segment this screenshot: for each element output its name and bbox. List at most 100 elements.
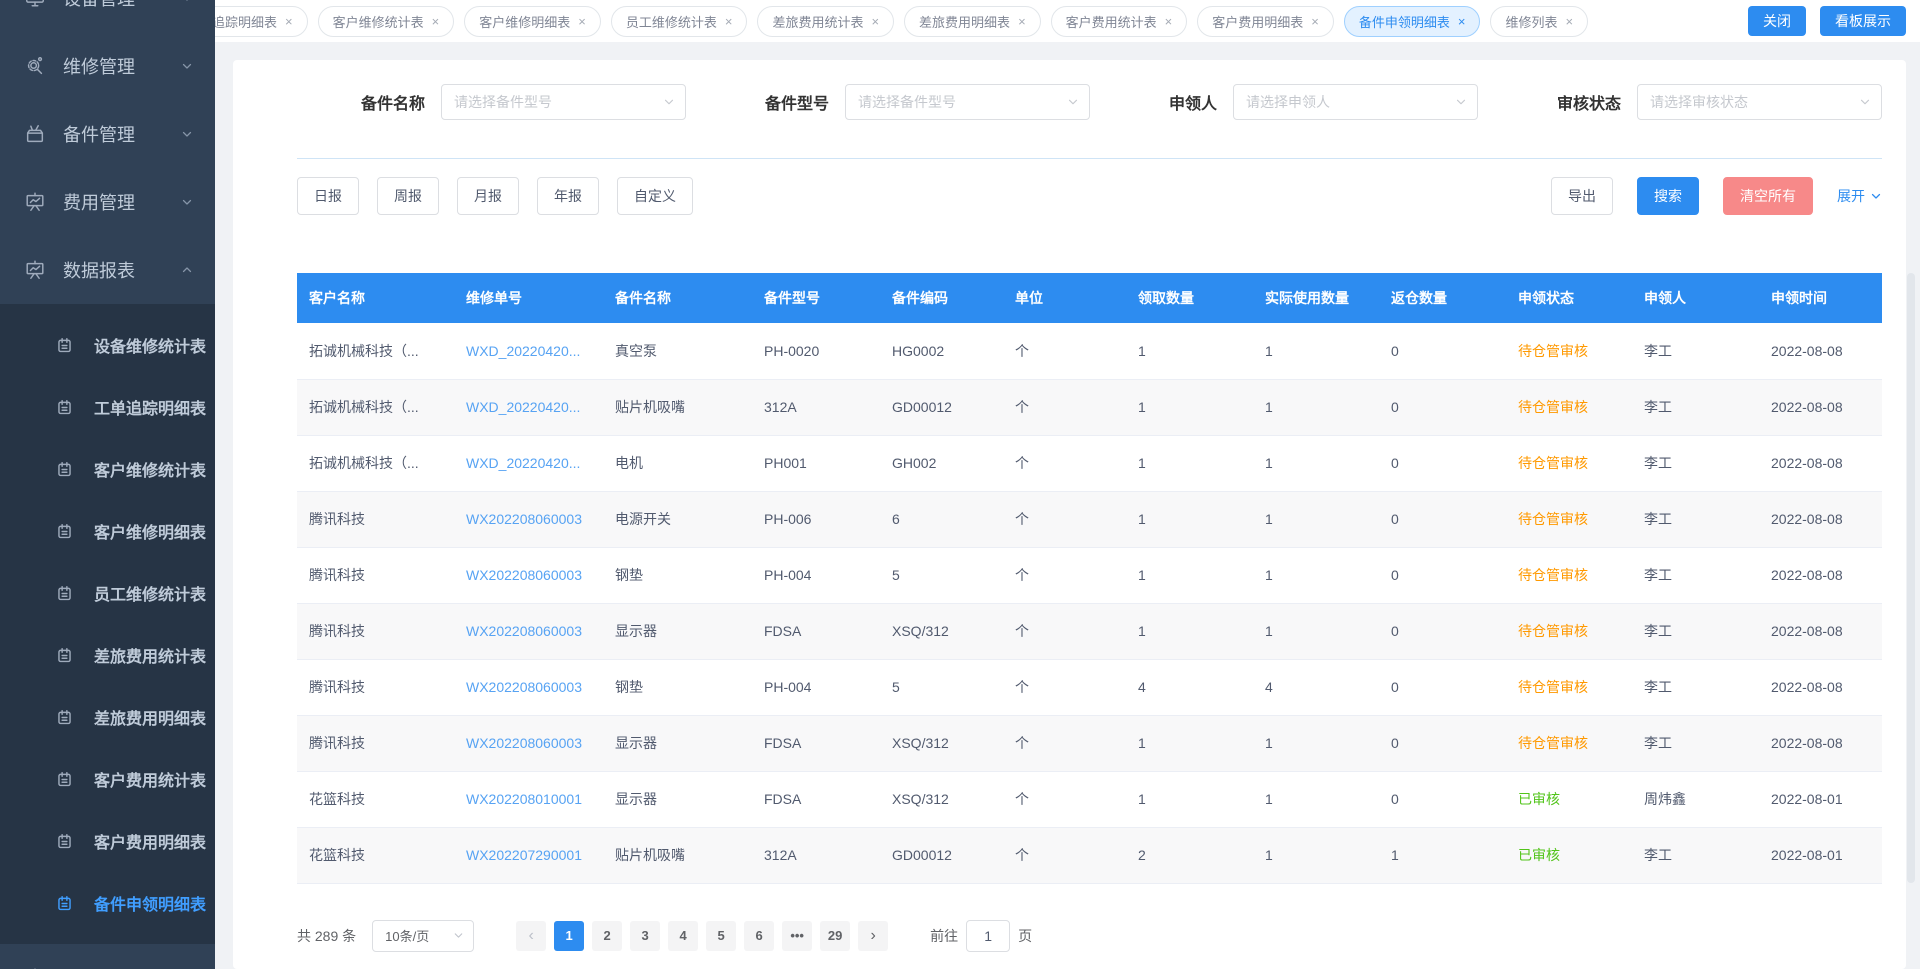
next-page-button[interactable]: › [858,921,888,951]
toolbar-row: 日报 周报 月报 年报 自定义 导出 搜索 清空所有 展开 [297,177,1882,215]
table-scrollbar[interactable] [1907,273,1915,883]
sidebar-item-employee-repair-stats[interactable]: 员工维修统计表 [0,562,215,624]
more-pages-button[interactable]: ••• [782,921,812,951]
tab-customer-repair-detail[interactable]: 客户维修明细表× [464,6,601,37]
filter-row: 备件名称 备件型号 申领人 [297,84,1882,120]
col-status: 申领状态 [1506,273,1632,323]
tab-customer-expense-stats[interactable]: 客户费用统计表× [1051,6,1188,37]
tab-employee-repair-stats[interactable]: 员工维修统计表× [611,6,748,37]
chevron-down-icon [181,128,193,140]
order-link[interactable]: WX202208060003 [454,491,603,547]
parts-request-table: 客户名称 维修单号 备件名称 备件型号 备件编码 单位 领取数量 实际使用数量 … [297,273,1882,884]
search-button[interactable]: 搜索 [1637,177,1699,215]
close-tab-icon[interactable]: × [1458,14,1466,29]
order-link[interactable]: WXD_20220420... [454,435,603,491]
page-jumper: 前往 页 [930,920,1032,952]
sidebar-item-expense-mgmt[interactable]: 费用管理 [0,168,215,236]
applicant-select[interactable] [1233,84,1478,120]
monthly-report-button[interactable]: 月报 [457,177,519,215]
page-button-6[interactable]: 6 [744,921,774,951]
sidebar-item-device-repair-stats[interactable]: 设备维修统计表 [0,314,215,376]
close-tab-icon[interactable]: × [871,14,879,29]
weekly-report-button[interactable]: 周报 [377,177,439,215]
tab-repair-list[interactable]: 维修列表× [1490,6,1588,37]
sidebar-item-customer-expense-stats[interactable]: 客户费用统计表 [0,748,215,810]
applicant-input[interactable] [1233,84,1478,120]
board-display-button[interactable]: 看板展示 [1820,6,1906,36]
tab-travel-expense-stats[interactable]: 差旅费用统计表× [757,6,894,37]
close-tab-icon[interactable]: × [1311,14,1319,29]
sidebar-item-repair-mgmt[interactable]: 维修管理 [0,32,215,100]
sidebar-item-data-reports[interactable]: 数据报表 [0,236,215,304]
col-customer: 客户名称 [297,273,454,323]
sidebar: 设备管理 维修管理 备件管理 [0,0,215,969]
sidebar-menu: 设备管理 维修管理 备件管理 [0,0,215,969]
prev-page-button[interactable]: ‹ [516,921,546,951]
order-link[interactable]: WXD_20220420... [454,379,603,435]
part-model-select[interactable] [845,84,1090,120]
tab-customer-expense-detail[interactable]: 客户费用明细表× [1197,6,1334,37]
page-button-2[interactable]: 2 [592,921,622,951]
sidebar-item-travel-expense-detail[interactable]: 差旅费用明细表 [0,686,215,748]
tab-parts-request-detail[interactable]: 备件申领明细表× [1344,6,1481,37]
part-model-input[interactable] [845,84,1090,120]
notepad-icon [55,460,74,479]
close-tab-icon[interactable]: × [432,14,440,29]
reports-submenu: 设备维修统计表 工单追踪明细表 客户维修统计表 客户维修明细表 员工维修统计表 [0,304,215,944]
order-link[interactable]: WX202208010001 [454,771,603,827]
sidebar-item-equipment-mgmt[interactable]: 设备管理 [0,0,215,32]
table-row: 拓诚机械科技（... WXD_20220420... 贴片机吸嘴 312A GD… [297,379,1882,435]
close-tab-icon[interactable]: × [578,14,586,29]
order-link[interactable]: WX202207290001 [454,827,603,883]
sidebar-item-parts-mgmt[interactable]: 备件管理 [0,100,215,168]
status-badge: 待仓管审核 [1506,491,1632,547]
page-button-4[interactable]: 4 [668,921,698,951]
close-tab-icon[interactable]: × [285,14,293,29]
sidebar-item-parts-request-detail[interactable]: 备件申领明细表 [0,872,215,934]
custom-period-button[interactable]: 自定义 [617,177,693,215]
sidebar-item-travel-expense-stats[interactable]: 差旅费用统计表 [0,624,215,686]
order-link[interactable]: WXD_20220420... [454,323,603,379]
part-model-label: 备件型号 [765,90,829,114]
expand-toggle[interactable]: 展开 [1837,186,1882,206]
jump-page-input[interactable] [966,920,1010,952]
page-button-5[interactable]: 5 [706,921,736,951]
sidebar-item-system-settings[interactable]: 系统设置 [0,944,215,969]
audit-status-select[interactable] [1637,84,1882,120]
export-button[interactable]: 导出 [1551,177,1613,215]
order-link[interactable]: WX202208060003 [454,603,603,659]
close-button[interactable]: 关闭 [1748,6,1806,36]
applicant-label: 申领人 [1169,90,1217,114]
page-button-29[interactable]: 29 [820,921,850,951]
tab-customer-repair-stats[interactable]: 客户维修统计表× [318,6,455,37]
sidebar-item-workorder-tracking-detail[interactable]: 工单追踪明细表 [0,376,215,438]
audit-status-input[interactable] [1637,84,1882,120]
close-tab-icon[interactable]: × [725,14,733,29]
order-link[interactable]: WX202208060003 [454,547,603,603]
sidebar-item-customer-repair-stats[interactable]: 客户维修统计表 [0,438,215,500]
table-row: 花篮科技 WX202208010001 显示器 FDSA XSQ/312 个 1… [297,771,1882,827]
yearly-report-button[interactable]: 年报 [537,177,599,215]
tab-workorder-tracking-detail[interactable]: 工单追踪明细表× [215,6,308,37]
page-button-1[interactable]: 1 [554,921,584,951]
sidebar-item-customer-repair-detail[interactable]: 客户维修明细表 [0,500,215,562]
app-root: 设备管理 维修管理 备件管理 [0,0,1920,969]
col-returned-qty: 返仓数量 [1379,273,1506,323]
tab-travel-expense-detail[interactable]: 差旅费用明细表× [904,6,1041,37]
table-header: 客户名称 维修单号 备件名称 备件型号 备件编码 单位 领取数量 实际使用数量 … [297,273,1882,323]
table-row: 花篮科技 WX202207290001 贴片机吸嘴 312A GD00012 个… [297,827,1882,883]
page-button-3[interactable]: 3 [630,921,660,951]
close-tab-icon[interactable]: × [1165,14,1173,29]
sidebar-item-customer-expense-detail[interactable]: 客户费用明细表 [0,810,215,872]
close-tab-icon[interactable]: × [1018,14,1026,29]
open-tabs: 工单追踪明细表× 客户维修统计表× 客户维修明细表× 员工维修统计表× 差旅费用… [215,6,1730,37]
clear-all-button[interactable]: 清空所有 [1723,177,1813,215]
close-tab-icon[interactable]: × [1566,14,1574,29]
part-name-input[interactable] [441,84,686,120]
notepad-icon [55,522,74,541]
order-link[interactable]: WX202208060003 [454,659,603,715]
page-size-select[interactable]: 10条/页 [372,920,474,952]
daily-report-button[interactable]: 日报 [297,177,359,215]
part-name-select[interactable] [441,84,686,120]
order-link[interactable]: WX202208060003 [454,715,603,771]
